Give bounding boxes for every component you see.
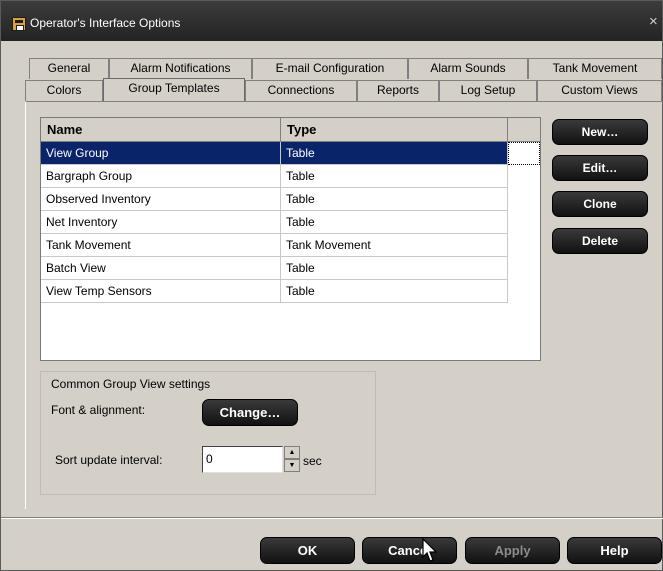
tab-general[interactable]: General — [29, 58, 109, 79]
font-alignment-label: Font & alignment: — [51, 403, 146, 417]
settings-group-label: Common Group View settings — [51, 377, 211, 391]
cell-type: Table — [281, 257, 508, 280]
help-button[interactable]: Help — [567, 537, 662, 564]
tab-row-bottom: Colors Group Templates Connections Repor… — [1, 78, 663, 101]
new-button[interactable]: New… — [552, 119, 648, 145]
edit-button[interactable]: Edit… — [552, 155, 648, 181]
title-bar[interactable]: Operator's Interface Options × — [1, 1, 662, 41]
templates-grid[interactable]: Name Type View Group Table Bargraph Grou… — [40, 117, 541, 361]
cell-type: Table — [281, 211, 508, 234]
delete-button[interactable]: Delete — [552, 228, 648, 254]
table-row[interactable]: Net Inventory Table — [41, 211, 508, 234]
grid-header: Name Type — [41, 118, 540, 142]
tab-alarm-notifications[interactable]: Alarm Notifications — [109, 58, 252, 79]
app-icon — [12, 17, 26, 31]
table-row[interactable]: Batch View Table — [41, 257, 508, 280]
tab-row-top: General Alarm Notifications E-mail Confi… — [1, 58, 663, 79]
table-row[interactable]: Bargraph Group Table — [41, 165, 508, 188]
ok-button[interactable]: OK — [260, 537, 355, 564]
column-header-type[interactable]: Type — [281, 118, 508, 142]
change-button[interactable]: Change… — [202, 399, 298, 426]
cell-name: Net Inventory — [41, 211, 281, 234]
cell-type: Table — [281, 142, 508, 165]
footer-divider — [1, 517, 663, 519]
apply-button[interactable]: Apply — [465, 537, 560, 564]
mouse-pointer-icon — [422, 538, 438, 562]
tab-custom-views[interactable]: Custom Views — [537, 80, 662, 101]
tab-reports[interactable]: Reports — [357, 80, 439, 101]
cell-type: Tank Movement — [281, 234, 508, 257]
table-row[interactable]: View Group Table — [41, 142, 508, 165]
sort-unit-label: sec — [303, 454, 322, 468]
sort-interval-label: Sort update interval: — [55, 453, 163, 467]
options-dialog: Operator's Interface Options × General A… — [0, 0, 663, 571]
cancel-button[interactable]: Cancel — [362, 537, 457, 564]
spin-down-icon[interactable]: ▼ — [284, 459, 300, 472]
column-header-name[interactable]: Name — [41, 118, 281, 142]
cell-name: Bargraph Group — [41, 165, 281, 188]
cell-name: View Temp Sensors — [41, 280, 281, 303]
table-row[interactable]: View Temp Sensors Table — [41, 280, 508, 303]
cell-name: View Group — [41, 142, 281, 165]
table-row[interactable]: Observed Inventory Table — [41, 188, 508, 211]
table-row[interactable]: Tank Movement Tank Movement — [41, 234, 508, 257]
cell-type: Table — [281, 280, 508, 303]
window-title: Operator's Interface Options — [30, 16, 181, 30]
spin-up-icon[interactable]: ▲ — [284, 446, 300, 459]
cell-type: Table — [281, 188, 508, 211]
tab-colors[interactable]: Colors — [25, 80, 103, 101]
focus-cell[interactable] — [508, 142, 540, 165]
tab-log-setup[interactable]: Log Setup — [439, 80, 537, 101]
cell-name: Observed Inventory — [41, 188, 281, 211]
tab-group-templates[interactable]: Group Templates — [103, 78, 245, 101]
close-icon[interactable]: × — [649, 13, 658, 30]
cell-name: Tank Movement — [41, 234, 281, 257]
clone-button[interactable]: Clone — [552, 191, 648, 217]
sort-interval-stepper[interactable]: ▲ ▼ — [284, 446, 300, 473]
cell-name: Batch View — [41, 257, 281, 280]
tab-connections[interactable]: Connections — [245, 80, 357, 101]
tab-tank-movement[interactable]: Tank Movement — [528, 58, 662, 79]
sort-interval-input[interactable]: 0 — [202, 446, 283, 473]
tab-alarm-sounds[interactable]: Alarm Sounds — [408, 58, 528, 79]
cell-type: Table — [281, 165, 508, 188]
tab-email-configuration[interactable]: E-mail Configuration — [252, 58, 408, 79]
